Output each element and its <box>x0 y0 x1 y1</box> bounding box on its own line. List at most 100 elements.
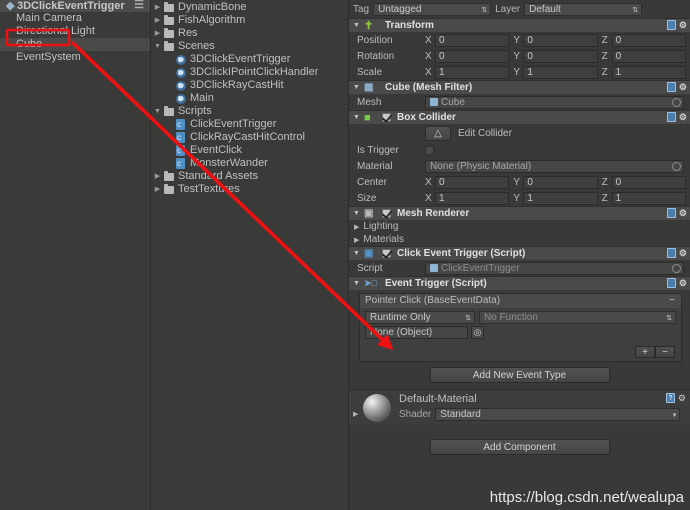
event-trigger-component-header[interactable]: ▼ ➤□ Event Trigger (Script) ⚙ <box>349 276 690 290</box>
layer-dropdown[interactable]: Default ⇅ <box>524 2 643 16</box>
box-collider-enabled-checkbox[interactable] <box>382 113 391 122</box>
function-dropdown[interactable]: No Function ⇅ <box>479 311 676 324</box>
remove-callback-button[interactable]: − <box>655 346 675 358</box>
gear-icon[interactable]: ⚙ <box>679 278 687 288</box>
project-item[interactable]: ▶ FishAlgorithm <box>151 14 348 27</box>
gear-icon[interactable]: ⚙ <box>679 20 687 30</box>
mesh-filter-component-header[interactable]: ▼ ▦ Cube (Mesh Filter) ⚙ <box>349 80 690 94</box>
project-item[interactable]: ▶ Standard Assets <box>151 170 348 183</box>
position-z-input[interactable]: 0 <box>611 33 686 47</box>
project-item[interactable]: EventClick <box>151 144 348 157</box>
rotation-y-input[interactable]: 0 <box>523 49 598 63</box>
project-item[interactable]: ▶ Res <box>151 27 348 40</box>
chevron-right-icon[interactable]: ▶ <box>153 1 162 14</box>
scene-context-menu-icon[interactable]: ☰ <box>134 0 144 11</box>
mesh-renderer-section-lighting[interactable]: ▶ Lighting <box>349 220 690 233</box>
hierarchy-item-cube[interactable]: Cube <box>0 38 150 51</box>
scale-z-input[interactable]: 1 <box>611 65 686 79</box>
project-item[interactable]: ▼ Scripts <box>151 105 348 118</box>
add-component-button[interactable]: Add Component <box>429 439 610 455</box>
transform-component-header[interactable]: ▼ ✝ Transform ⚙ <box>349 18 690 32</box>
size-x-input[interactable]: 1 <box>435 191 510 205</box>
position-y-input[interactable]: 0 <box>523 33 598 47</box>
hierarchy-item-label: Main Camera <box>16 12 83 24</box>
rotation-x-input[interactable]: 0 <box>435 49 510 63</box>
hierarchy-item-directional-light[interactable]: Directional Light <box>0 25 150 38</box>
shader-dropdown[interactable]: Standard ▾ <box>435 408 681 421</box>
mesh-renderer-enabled-checkbox[interactable] <box>382 209 391 218</box>
chevron-down-icon[interactable]: ▼ <box>153 105 162 118</box>
scale-x-input[interactable]: 1 <box>435 65 510 79</box>
center-y-input[interactable]: 0 <box>523 175 598 189</box>
box-collider-component-header[interactable]: ▼ ■ Box Collider ⚙ <box>349 110 690 124</box>
callback-object-field[interactable]: None (Object) <box>365 326 468 339</box>
object-picker-icon[interactable] <box>672 161 681 171</box>
help-icon[interactable] <box>666 248 676 258</box>
project-item[interactable]: ▶ DynamicBone <box>151 1 348 14</box>
tag-dropdown[interactable]: Untagged ⇅ <box>373 2 492 16</box>
foldout-triangle-icon[interactable]: ▼ <box>353 210 361 217</box>
axis-label-y: Y <box>513 66 520 78</box>
size-z-input[interactable]: 1 <box>611 191 686 205</box>
size-y-input[interactable]: 1 <box>523 191 598 205</box>
help-icon[interactable] <box>666 112 676 122</box>
foldout-triangle-icon[interactable]: ▼ <box>353 280 361 287</box>
add-callback-button[interactable]: + <box>635 346 655 358</box>
script-object-field[interactable]: ClickEventTrigger <box>425 261 684 275</box>
help-icon[interactable] <box>666 208 676 218</box>
object-picker-icon[interactable]: ◎ <box>471 326 484 339</box>
foldout-triangle-icon[interactable]: ▼ <box>353 114 361 121</box>
position-label: Position <box>357 34 393 46</box>
mesh-renderer-component-header[interactable]: ▼ ▣ Mesh Renderer ⚙ <box>349 206 690 220</box>
scale-y-input[interactable]: 1 <box>523 65 598 79</box>
hierarchy-item-main-camera[interactable]: Main Camera <box>0 12 150 25</box>
add-new-event-type-button[interactable]: Add New Event Type <box>429 367 610 383</box>
project-item[interactable]: ClickEventTrigger <box>151 118 348 131</box>
scene-header[interactable]: ◆ 3DClickEventTrigger ☰ <box>0 0 150 12</box>
help-icon[interactable] <box>666 20 676 30</box>
object-picker-icon[interactable] <box>672 97 681 107</box>
click-event-trigger-component-header[interactable]: ▼ ▣ Click Event Trigger (Script) ⚙ <box>349 246 690 260</box>
mesh-object-field[interactable]: Cube <box>425 95 684 109</box>
chevron-right-icon[interactable]: ▶ <box>153 27 162 40</box>
mesh-renderer-section-materials[interactable]: ▶ Materials <box>349 233 690 246</box>
project-item[interactable]: 3DClickEventTrigger <box>151 53 348 66</box>
remove-entry-button[interactable]: − <box>669 294 675 308</box>
project-item[interactable]: 3DClickRayCastHit <box>151 79 348 92</box>
chevron-right-icon[interactable]: ▶ <box>153 170 162 183</box>
project-item[interactable]: Main <box>151 92 348 105</box>
help-icon[interactable] <box>666 82 676 92</box>
gear-icon[interactable]: ⚙ <box>678 393 686 403</box>
chevron-right-icon[interactable]: ▶ <box>153 14 162 27</box>
foldout-triangle-icon[interactable]: ▼ <box>353 250 361 257</box>
chevron-down-icon[interactable]: ▼ <box>153 40 162 53</box>
click-event-trigger-enabled-checkbox[interactable] <box>382 249 391 258</box>
project-item[interactable]: MonsterWander <box>151 157 348 170</box>
is-trigger-checkbox[interactable] <box>425 145 434 155</box>
gear-icon[interactable]: ⚙ <box>679 82 687 92</box>
foldout-triangle-icon[interactable]: ▶ <box>353 410 358 418</box>
edit-collider-button[interactable]: △ <box>425 125 451 141</box>
project-item[interactable]: ClickRayCastHitControl <box>151 131 348 144</box>
help-icon[interactable]: ? <box>665 393 675 403</box>
rotation-z-input[interactable]: 0 <box>611 49 686 63</box>
gear-icon[interactable]: ⚙ <box>679 112 687 122</box>
project-item[interactable]: ▶ TestTextures <box>151 183 348 196</box>
position-x-input[interactable]: 0 <box>435 33 510 47</box>
gear-icon[interactable]: ⚙ <box>679 208 687 218</box>
foldout-triangle-icon[interactable]: ▼ <box>353 84 361 91</box>
center-x-input[interactable]: 0 <box>435 175 510 189</box>
help-icon[interactable] <box>666 278 676 288</box>
callback-mode-dropdown[interactable]: Runtime Only ⇅ <box>365 311 475 324</box>
hierarchy-item-eventsystem[interactable]: EventSystem <box>0 51 150 64</box>
foldout-triangle-icon[interactable]: ▼ <box>353 22 361 29</box>
gear-icon[interactable]: ⚙ <box>679 248 687 258</box>
project-item[interactable]: ▼ Scenes <box>151 40 348 53</box>
physic-material-object-field[interactable]: None (Physic Material) <box>425 159 684 173</box>
chevron-right-icon[interactable]: ▶ <box>354 223 359 231</box>
chevron-right-icon[interactable]: ▶ <box>153 183 162 196</box>
center-z-input[interactable]: 0 <box>611 175 686 189</box>
project-item[interactable]: 3DClickIPointClickHandler <box>151 66 348 79</box>
chevron-right-icon[interactable]: ▶ <box>354 236 359 244</box>
object-picker-icon[interactable] <box>672 263 681 273</box>
